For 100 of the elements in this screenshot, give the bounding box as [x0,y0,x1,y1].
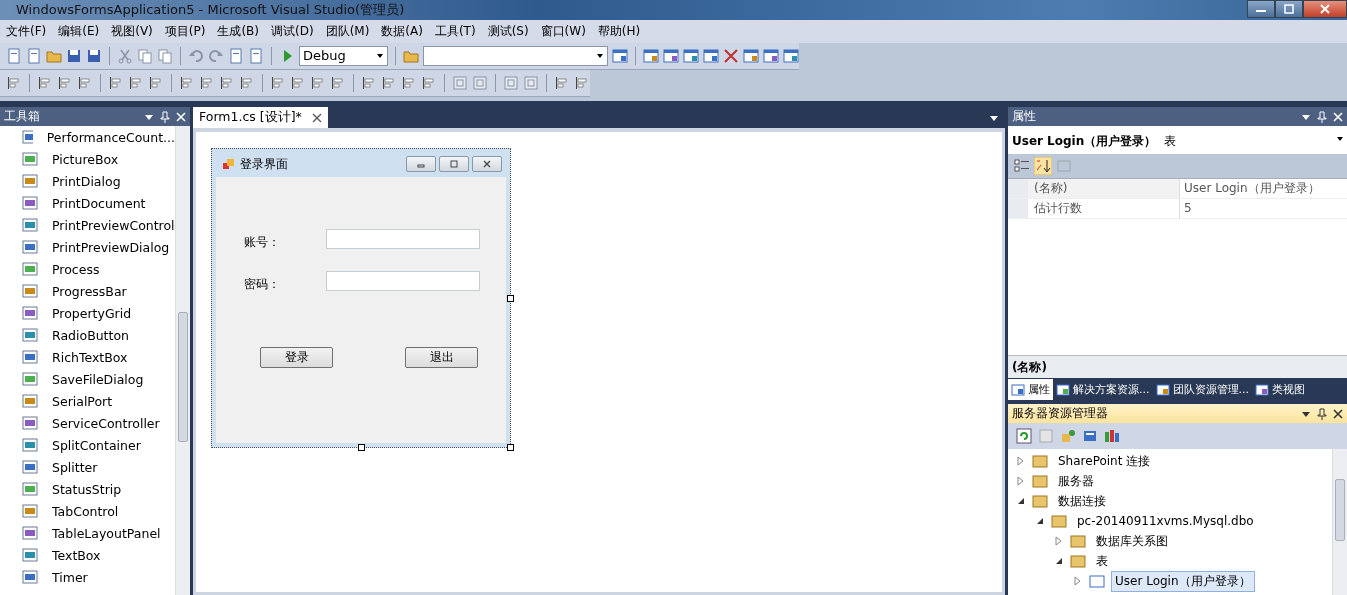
align-icon[interactable] [148,75,164,91]
panel-tab[interactable]: 属性 [1008,379,1053,400]
align-icon[interactable] [270,75,286,91]
align-icon[interactable] [381,75,397,91]
maximize-button[interactable] [1275,0,1303,18]
document-tab[interactable]: Form1.cs [设计]* [193,107,328,128]
window-icon[interactable] [783,48,799,64]
resize-handle[interactable] [358,444,365,451]
panel-tab[interactable]: 解决方案资源... [1053,379,1153,400]
window-icon[interactable] [683,48,699,64]
expander-icon[interactable] [1016,496,1026,506]
window-icon[interactable] [703,48,719,64]
toolbox-item[interactable]: PrintPreviewDialog [0,236,175,258]
align-icon[interactable] [37,75,53,91]
toolbox-item[interactable]: TableLayoutPanel [0,522,175,544]
close-button[interactable] [1303,0,1347,18]
tree-item[interactable]: 服务器 [1054,470,1098,492]
page-icon[interactable] [26,48,42,64]
toolbox-item[interactable]: ServiceController [0,412,175,434]
align-icon[interactable] [108,75,124,91]
menu-item[interactable]: 调试(D) [265,23,320,40]
toolbox-item[interactable]: SplitContainer [0,434,175,456]
align-icon[interactable] [361,75,377,91]
close-icon[interactable] [1333,408,1343,419]
panel-tab[interactable]: 类视图 [1252,379,1308,400]
tree-item[interactable]: 数据连接 [1054,490,1110,512]
minimize-button[interactable] [1247,0,1275,18]
align-icon[interactable] [199,75,215,91]
menu-item[interactable]: 编辑(E) [52,23,106,40]
align-icon[interactable] [421,75,437,91]
pin-icon[interactable] [1317,407,1327,420]
toolbox-item[interactable]: PropertyGrid [0,302,175,324]
resize-handle[interactable] [507,444,514,451]
form-button[interactable]: 登录 [260,347,333,368]
menu-item[interactable]: 工具(T) [428,23,482,40]
align-icon[interactable] [179,75,195,91]
toolbox-item[interactable]: PerformanceCount... [0,126,175,148]
align-icon[interactable] [6,75,22,91]
menu-item[interactable]: 文件(F) [0,23,53,40]
toolbox-item[interactable]: SerialPort [0,390,175,412]
tree-item[interactable]: SharePoint 连接 [1054,450,1155,472]
menu-item[interactable]: 帮助(H) [591,23,647,40]
menu-item[interactable]: 生成(B) [211,23,265,40]
toolbox-item[interactable]: Timer [0,566,175,588]
toolbox-item[interactable]: TabControl [0,500,175,522]
toolbox-item[interactable]: StatusStrip [0,478,175,500]
expander-icon[interactable] [1054,556,1064,566]
form-button[interactable]: 退出 [405,347,478,368]
align-icon[interactable] [554,75,570,91]
scrollbar[interactable] [175,126,190,595]
refresh-icon[interactable] [1016,428,1032,444]
floppy-icon[interactable] [66,48,82,64]
tree-item[interactable]: 数据库关系图 [1092,530,1172,552]
panel-tab[interactable]: 团队资源管理... [1152,379,1252,400]
window-icon[interactable] [663,48,679,64]
window-icon[interactable] [763,48,779,64]
floppy-icon[interactable] [86,48,102,64]
tree-item[interactable]: 表 [1092,550,1112,572]
page-icon[interactable] [248,48,264,64]
toolbox-item[interactable]: Process [0,258,175,280]
toolbox-item[interactable]: Splitter [0,456,175,478]
tree-item[interactable]: User Login（用户登录） [1111,570,1255,592]
tree-item[interactable]: pc-20140911xvms.Mysql.dbo [1073,512,1258,530]
close-icon[interactable] [311,112,322,123]
menu-item[interactable]: 团队(M) [319,23,376,40]
toolbox-item[interactable]: RadioButton [0,324,175,346]
menu-item[interactable]: 测试(S) [481,23,535,40]
menu-item[interactable]: 窗口(W) [534,23,592,40]
toolbox-item[interactable]: SaveFileDialog [0,368,175,390]
search-dropdown[interactable] [423,46,608,66]
resize-handle[interactable] [507,295,514,302]
align-icon[interactable] [310,75,326,91]
toolbox-item[interactable]: TextBox [0,544,175,566]
menu-item[interactable]: 数据(A) [375,23,429,40]
align-icon[interactable] [219,75,235,91]
toolbox-item[interactable]: RichTextBox [0,346,175,368]
toolbox-item[interactable]: PrintPreviewControl [0,214,175,236]
align-icon[interactable] [128,75,144,91]
scrollbar[interactable] [1332,449,1347,595]
page-icon[interactable] [228,48,244,64]
input-field[interactable] [326,229,480,249]
toolbox-item[interactable]: ProgressBar [0,280,175,302]
align-icon[interactable] [574,75,590,91]
window-icon[interactable] [643,48,659,64]
page-icon[interactable] [6,48,22,64]
align-icon[interactable] [290,75,306,91]
configuration-dropdown[interactable]: Debug [299,46,388,66]
align-icon[interactable] [57,75,73,91]
menu-item[interactable]: 项目(P) [158,23,212,40]
close-button[interactable] [472,156,502,172]
sort-icon[interactable] [1034,157,1052,175]
menu-item[interactable]: 视图(V) [105,23,159,40]
input-field[interactable] [326,271,480,291]
toolbox-item[interactable]: PrintDialog [0,170,175,192]
expander-icon[interactable] [1035,516,1045,526]
align-icon[interactable] [239,75,255,91]
align-icon[interactable] [401,75,417,91]
align-icon[interactable] [330,75,346,91]
window-icon[interactable] [612,48,628,64]
align-icon[interactable] [77,75,93,91]
